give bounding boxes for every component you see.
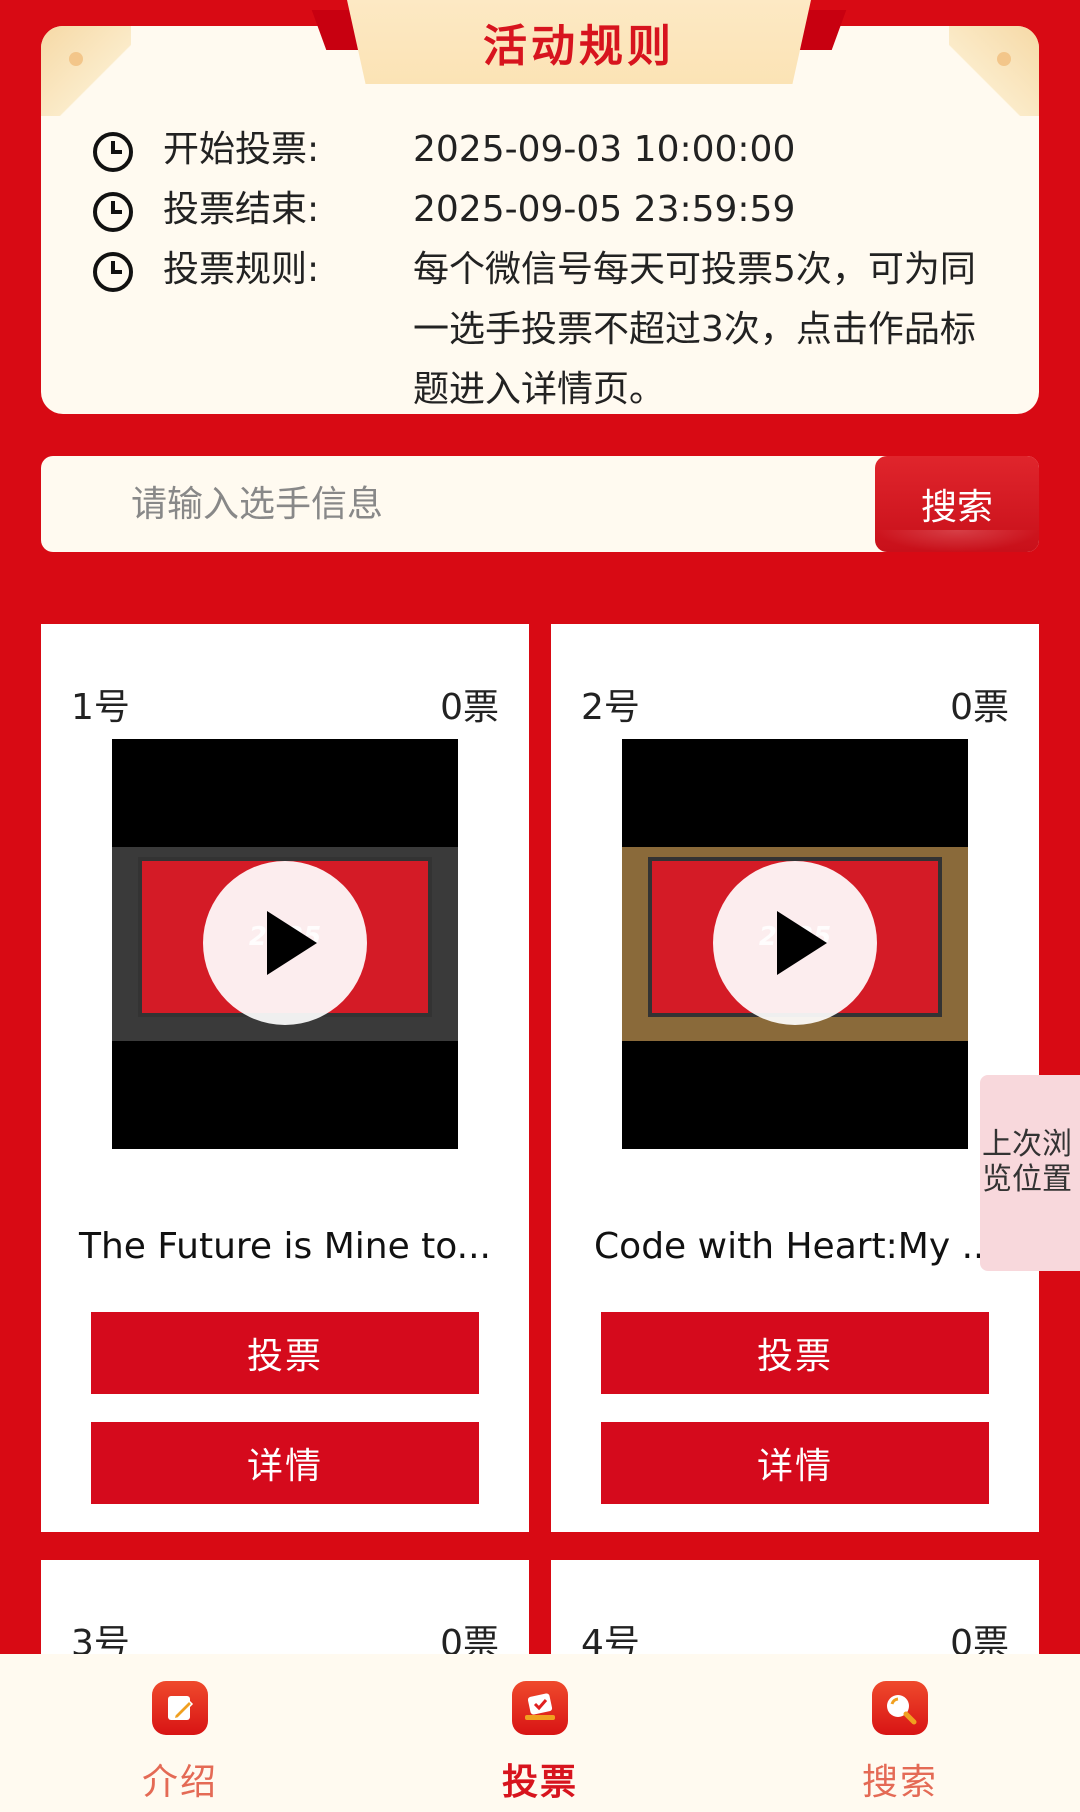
contestant-card: 1号 0票 2025 The Future is Mine to... 投票 详… — [41, 624, 529, 1532]
clock-icon — [93, 252, 133, 292]
rule-end: 投票结束: 2025-09-05 23:59:59 — [91, 180, 993, 240]
vote-count: 0票 — [440, 687, 499, 728]
rule-value: 2025-09-05 23:59:59 — [413, 189, 796, 230]
edit-icon — [152, 1681, 208, 1735]
bottom-tab-bar: 介绍 投票 搜索 — [0, 1654, 1080, 1812]
rule-label: 投票规则: — [163, 249, 320, 290]
tab-intro[interactable]: 介绍 — [80, 1654, 280, 1812]
corner-decoration — [41, 26, 131, 116]
search-button[interactable]: 搜索 — [875, 456, 1039, 552]
tab-label: 搜索 — [861, 1762, 938, 1803]
tab-search[interactable]: 搜索 — [800, 1654, 1000, 1812]
detail-button[interactable]: 详情 — [601, 1422, 989, 1504]
tab-vote[interactable]: 投票 — [440, 1654, 640, 1812]
search-bar: 搜索 — [41, 456, 1039, 552]
work-title[interactable]: The Future is Mine to... — [61, 1226, 509, 1267]
vote-button[interactable]: 投票 — [91, 1312, 479, 1394]
rule-description: 投票规则: 每个微信号每天可投票5次，可为同一选手投票不超过3次，点击作品标题进… — [91, 240, 993, 420]
video-player[interactable]: 2025 — [112, 739, 458, 1149]
vote-count: 0票 — [950, 687, 1009, 728]
rule-label: 开始投票: — [163, 129, 320, 170]
contestant-number: 1号 — [71, 687, 130, 728]
play-icon[interactable] — [203, 861, 367, 1025]
search-icon — [872, 1681, 928, 1735]
search-input[interactable] — [131, 456, 891, 552]
tab-label: 介绍 — [141, 1762, 218, 1803]
vote-icon — [512, 1681, 568, 1735]
play-icon[interactable] — [713, 861, 877, 1025]
detail-button[interactable]: 详情 — [91, 1422, 479, 1504]
rule-value: 2025-09-03 10:00:00 — [413, 129, 796, 170]
vote-button[interactable]: 投票 — [601, 1312, 989, 1394]
rule-start: 开始投票: 2025-09-03 10:00:00 — [91, 120, 993, 180]
contestant-number: 2号 — [581, 687, 640, 728]
last-position-button[interactable]: 上次浏览位置 — [980, 1075, 1080, 1271]
corner-decoration — [949, 26, 1039, 116]
rule-value: 每个微信号每天可投票5次，可为同一选手投票不超过3次，点击作品标题进入详情页。 — [413, 249, 976, 410]
clock-icon — [93, 192, 133, 232]
rule-label: 投票结束: — [163, 189, 320, 230]
rules-title: 活动规则 — [483, 21, 675, 72]
rules-title-banner: 活动规则 — [311, 0, 847, 110]
work-title[interactable]: Code with Heart:My ... — [571, 1226, 1019, 1267]
tab-label: 投票 — [501, 1762, 578, 1803]
video-player[interactable]: 2025 — [622, 739, 968, 1149]
clock-icon — [93, 132, 133, 172]
contestant-card: 2号 0票 2025 Code with Heart:My ... 投票 详情 — [551, 624, 1039, 1532]
rules-card: 活动规则 开始投票: 2025-09-03 10:00:00 投票结束: 202… — [41, 0, 1039, 414]
